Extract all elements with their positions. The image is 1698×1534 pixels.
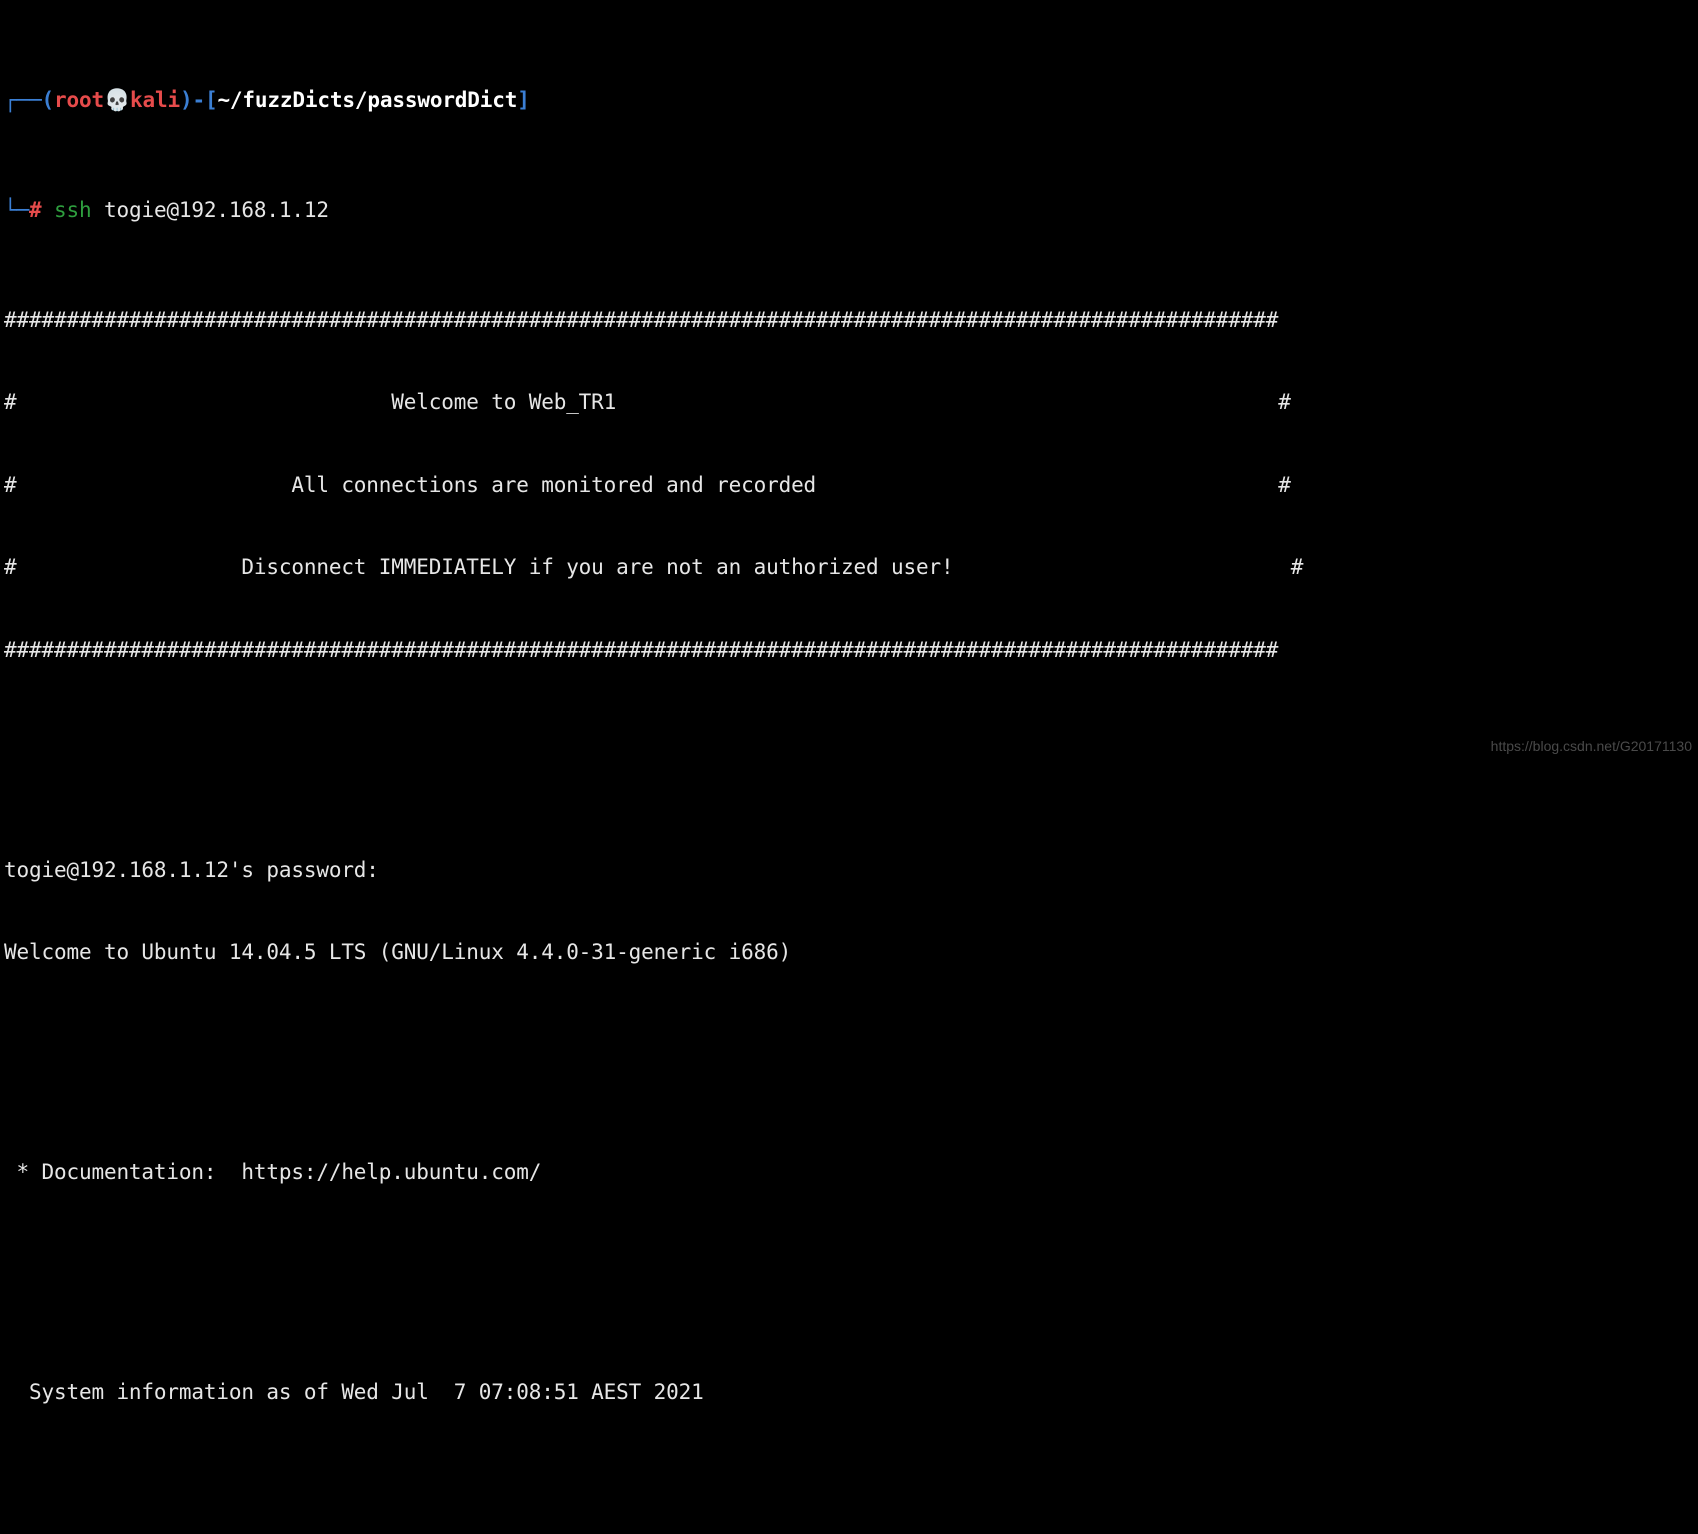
prompt-box-top: ┌──(: [4, 87, 54, 112]
terminal-window[interactable]: ┌──(root💀kali)-[~/fuzzDicts/passwordDict…: [0, 0, 1698, 1404]
prompt-paren-close: )-[: [179, 87, 218, 112]
ubuntu-welcome-line: Welcome to Ubuntu 14.04.5 LTS (GNU/Linux…: [4, 940, 792, 964]
banner-rule-top: ########################################…: [4, 307, 1279, 332]
prompt-user: root: [53, 87, 104, 112]
documentation-line: * Documentation: https://help.ubuntu.com…: [4, 1160, 542, 1184]
prompt-hash: #: [29, 197, 42, 222]
banner-line-monitored: # All connections are monitored and reco…: [4, 472, 1291, 497]
watermark-text: https://blog.csdn.net/G20171130: [1490, 737, 1692, 754]
prompt-box-bottom: └─: [4, 197, 29, 222]
command-args: togie@192.168.1.12: [91, 197, 329, 222]
prompt-path: ~/fuzzDicts/passwordDict: [217, 87, 518, 112]
prompt-host: kali: [129, 87, 180, 112]
prompt-bracket-close: ]: [517, 87, 530, 112]
banner-line-welcome: # Welcome to Web_TR1 #: [4, 390, 1291, 414]
prompt-line-1: ┌──(root💀kali)-[~/fuzzDicts/passwordDict…: [4, 87, 1698, 115]
password-prompt[interactable]: togie@192.168.1.12's password:: [4, 857, 1698, 885]
skull-icon: 💀: [103, 87, 130, 112]
command-ssh: ssh: [54, 197, 92, 222]
system-information-header: System information as of Wed Jul 7 07:08…: [4, 1380, 704, 1404]
banner-rule-bottom: ########################################…: [4, 637, 1279, 662]
banner-line-disconnect: # Disconnect IMMEDIATELY if you are not …: [4, 555, 1304, 579]
prompt-line-2[interactable]: └─# ssh togie@192.168.1.12: [4, 197, 1698, 225]
